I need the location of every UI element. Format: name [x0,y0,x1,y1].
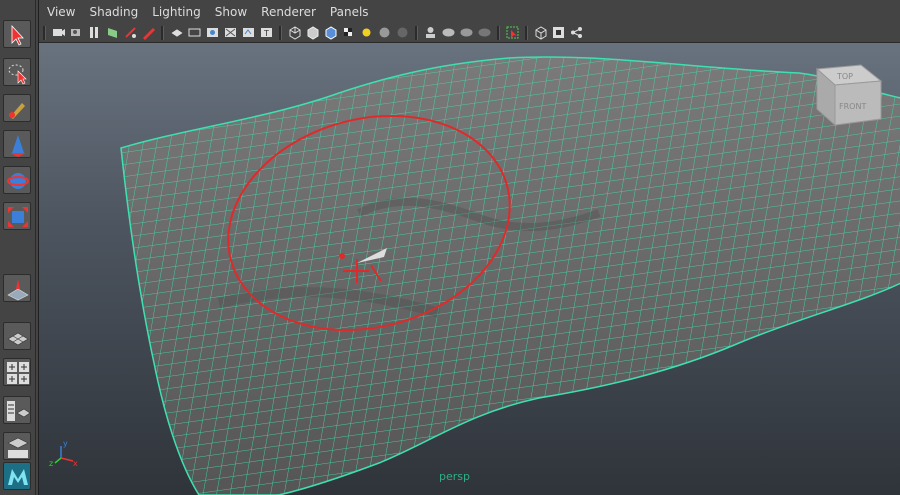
axis-x-label: x [73,459,78,468]
screen-space-ao-icon[interactable] [395,25,410,40]
grid-toggle-icon[interactable] [169,25,184,40]
select-camera-icon[interactable] [51,25,66,40]
frame-all-icon[interactable] [551,25,566,40]
svg-text:T: T [263,29,269,38]
view-cube-top-label: TOP [836,72,853,81]
hud-toggle-icon[interactable] [505,25,520,40]
panel-icon-bar: T [39,23,900,43]
wireframe-on-shaded-icon[interactable] [323,25,338,40]
separator [497,26,500,40]
four-view-layout-icon[interactable] [3,358,31,386]
persp-viewport[interactable]: View Shading Lighting Show Renderer Pane… [38,0,900,495]
paint-select-tool-icon[interactable] [3,94,31,122]
grease-pencil-icon[interactable] [141,25,156,40]
xray-components-icon[interactable] [477,25,492,40]
textured-icon[interactable] [341,25,356,40]
menu-shading[interactable]: Shading [89,5,138,19]
menu-renderer[interactable]: Renderer [261,5,316,19]
safe-title-icon[interactable]: T [259,25,274,40]
scale-tool-icon[interactable] [3,202,31,230]
outliner-layout-icon[interactable] [3,396,31,424]
maya-logo-icon [3,462,31,490]
field-chart-icon[interactable] [241,25,256,40]
move-tool-icon[interactable] [3,130,31,158]
axis-y-label: y [63,439,68,448]
view-cube-toggle-icon[interactable] [533,25,548,40]
menu-panels[interactable]: Panels [330,5,369,19]
lasso-tool-icon[interactable] [3,58,31,86]
film-gate-icon[interactable] [187,25,202,40]
maya-window: View Shading Lighting Show Renderer Pane… [0,0,900,495]
wireframe-shading-icon[interactable] [287,25,302,40]
menu-view[interactable]: View [47,5,75,19]
camera-name-label: persp [439,470,470,483]
separator [161,26,164,40]
2d-pan-zoom-icon[interactable] [123,25,138,40]
separator [415,26,418,40]
menu-show[interactable]: Show [215,5,247,19]
axis-z-label: z [49,459,53,468]
camera-attributes-icon[interactable] [69,25,84,40]
resolution-gate-icon[interactable] [205,25,220,40]
xray-joints-icon[interactable] [459,25,474,40]
menu-lighting[interactable]: Lighting [152,5,201,19]
bookmarks-icon[interactable] [87,25,102,40]
select-tool-icon[interactable] [3,20,31,48]
use-all-lights-icon[interactable] [359,25,374,40]
view-cube[interactable]: TOP FRONT [815,64,883,127]
isolate-select-icon[interactable] [423,25,438,40]
image-plane-icon[interactable] [105,25,120,40]
terrain-scene[interactable]: TOP FRONT x y z [39,43,900,495]
separator [525,26,528,40]
axis-gizmo: x y z [49,439,78,468]
xray-icon[interactable] [441,25,456,40]
view-cube-front-label: FRONT [839,102,866,111]
sculpt-tool-icon[interactable] [3,274,31,302]
separator [279,26,282,40]
smooth-shading-icon[interactable] [305,25,320,40]
single-view-layout-icon[interactable] [3,322,31,350]
gate-mask-icon[interactable] [223,25,238,40]
panel-menu-bar: View Shading Lighting Show Renderer Pane… [39,0,900,23]
separator [43,26,46,40]
rotate-tool-icon[interactable] [3,166,31,194]
share-icon[interactable] [569,25,584,40]
toolbox [0,0,36,495]
shadows-icon[interactable] [377,25,392,40]
graph-layout-icon[interactable] [3,432,31,460]
